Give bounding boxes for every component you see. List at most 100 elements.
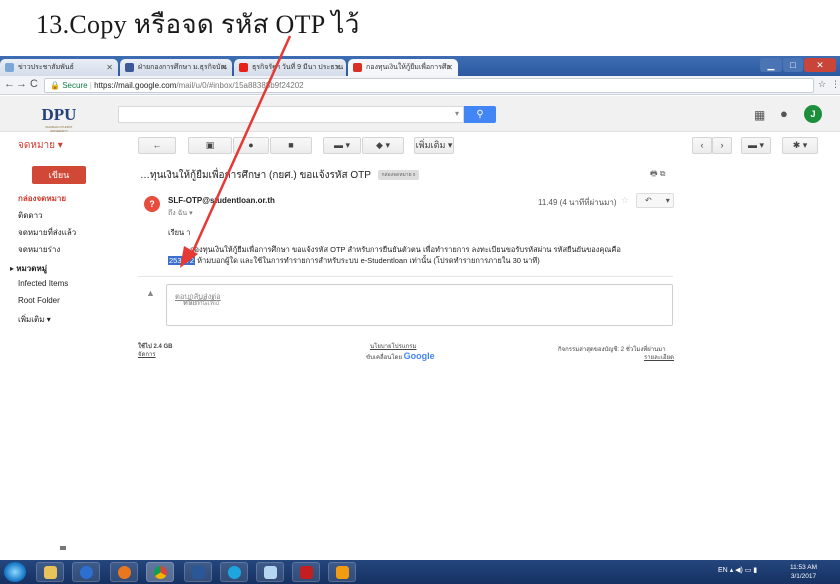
chevron-down-icon[interactable]: ▾ — [455, 109, 459, 118]
settings-button[interactable]: ✱ ▾ — [782, 137, 818, 154]
word-icon — [192, 566, 205, 579]
ie-taskbar-button[interactable] — [220, 562, 248, 582]
chrome-icon — [154, 566, 167, 579]
trash-icon: ■ — [288, 140, 294, 150]
logo-text: DPU — [41, 105, 77, 124]
sidebar-item-inbox[interactable]: กล่องจดหมาย — [18, 192, 66, 205]
sidebar-item-sent[interactable]: จดหมายที่ส่งแล้ว — [18, 226, 76, 239]
browser-tab-gmail[interactable]: กองทุนเงินให้กู้ยืมเพื่อการศึก ✕ — [348, 59, 458, 76]
reply-prompt-b: หรือ — [183, 298, 197, 307]
close-tab-icon[interactable]: ✕ — [446, 59, 453, 76]
labels-button[interactable]: ◆ ▾ — [362, 137, 404, 154]
illustrator-taskbar-button[interactable] — [328, 562, 356, 582]
internet-explorer-icon — [228, 566, 241, 579]
address-bar-row: ← → C 🔒 Secure | https://mail.google.com… — [0, 76, 840, 95]
search-input[interactable]: ▾ — [118, 106, 464, 123]
spam-icon: ● — [248, 140, 254, 150]
chat-icon[interactable] — [60, 546, 66, 550]
email-subject: …ทุนเงินให้กู้ยืมเพื่อการศึกษา (กยศ.) ขอ… — [140, 168, 420, 183]
powered-by-text: ขับเคลื่อนโดย — [366, 355, 402, 361]
older-button[interactable]: › — [712, 137, 732, 154]
browser-tab-youtube[interactable]: ธุรกิจรัฐฯ วันที่ 9 มีนา ประธาน ✕ — [234, 59, 346, 76]
system-clock[interactable]: 11:53 AM 3/1/2017 — [790, 563, 817, 581]
manage-storage-link[interactable]: จัดการ — [138, 349, 156, 359]
chevron-down-icon[interactable]: ▾ — [666, 196, 670, 205]
language-indicator[interactable]: EN — [718, 567, 728, 574]
close-tab-icon[interactable]: ✕ — [220, 59, 227, 76]
notifications-icon[interactable]: ● — [780, 106, 788, 121]
close-tab-icon[interactable]: ✕ — [106, 59, 113, 76]
chevron-right-icon: › — [720, 140, 724, 150]
sidebar-item-drafts[interactable]: จดหมายร่าง — [18, 243, 60, 256]
avatar[interactable]: J — [804, 105, 822, 123]
facebook-icon — [125, 63, 134, 72]
firefox-taskbar-button[interactable] — [110, 562, 138, 582]
search-button[interactable]: ⚲ — [464, 106, 496, 123]
otp-code[interactable]: 253572 — [168, 256, 196, 265]
move-to-button[interactable]: ▬ ▾ — [323, 137, 361, 154]
inbox-label-chip[interactable]: กล่องจดหมาย x — [377, 170, 420, 181]
report-spam-button[interactable]: ● — [233, 137, 269, 154]
dpu-logo[interactable]: DPU DHURAKIJ PUNDIT UNIVERSITY — [38, 99, 80, 133]
recipient-line[interactable]: ถึง ฉัน ▾ — [168, 208, 193, 219]
word-taskbar-button[interactable] — [184, 562, 212, 582]
menu-icon[interactable]: ⋮ — [831, 79, 840, 90]
firefox-icon — [118, 566, 131, 579]
browser-tab-facebook[interactable]: ฝ่ายกองการศึกษา ม.ธุรกิจบัณ ✕ — [120, 59, 232, 76]
secure-label: Secure — [62, 81, 88, 90]
media-player-taskbar-button[interactable] — [72, 562, 100, 582]
minimize-button[interactable]: ▁ — [760, 58, 782, 72]
close-tab-icon[interactable]: ✕ — [334, 59, 341, 76]
back-to-inbox-button[interactable]: ← — [138, 137, 176, 154]
star-icon[interactable]: ☆ — [621, 195, 629, 206]
acrobat-taskbar-button[interactable] — [292, 562, 320, 582]
mail-menu-dropdown[interactable]: จดหมาย ▾ — [18, 138, 63, 153]
browser-tab-news[interactable]: ข่าวประชาสัมพันธ์ ✕ — [0, 59, 118, 76]
sidebar-item-categories[interactable]: ▸ หมวดหมู่ — [10, 262, 47, 275]
explorer-taskbar-button[interactable] — [36, 562, 64, 582]
sidebar-item-infected[interactable]: Infected Items — [18, 279, 68, 288]
chevron-left-icon: ‹ — [700, 140, 704, 150]
maximize-button[interactable]: □ — [783, 58, 803, 72]
tray-icons[interactable]: ▴ ◀) ▭ ▮ — [730, 567, 758, 574]
sidebar-item-starred[interactable]: ติดดาว — [18, 209, 43, 222]
program-policy-link[interactable]: นโยบายโปรแกรม — [370, 341, 416, 351]
lock-icon: 🔒 — [50, 81, 60, 90]
url-path: /mail/u/0/#inbox/15a88388b9f24202 — [176, 81, 304, 90]
reply-prompt: คลิกที่นี่เพื่อ ตอบกลับ หรือ ส่งต่อ — [175, 291, 221, 307]
keyboard-icon: ▬ ▾ — [747, 140, 765, 150]
chrome-taskbar-button[interactable] — [146, 562, 174, 582]
delete-button[interactable]: ■ — [270, 137, 312, 154]
gmail-icon — [353, 63, 362, 72]
sender-address[interactable]: SLF-OTP@studentloan.or.th — [168, 196, 275, 205]
youtube-icon — [239, 63, 248, 72]
forward-icon[interactable]: → — [16, 78, 27, 90]
tab-label: ข่าวประชาสัมพันธ์ — [18, 64, 74, 71]
start-button[interactable] — [4, 562, 26, 582]
system-tray: EN ▴ ◀) ▭ ▮ — [718, 566, 757, 574]
newer-button[interactable]: ‹ — [692, 137, 712, 154]
more-actions-button[interactable]: เพิ่มเติม ▾ — [414, 137, 454, 154]
email-body: กองทุนเงินให้กู้ยืมเพื่อการศึกษา ขอแจ้งร… — [168, 244, 688, 266]
paint-taskbar-button[interactable] — [256, 562, 284, 582]
divider — [138, 276, 673, 277]
star-bookmark-icon[interactable]: ☆ — [818, 79, 826, 90]
back-icon[interactable]: ← — [4, 78, 15, 90]
clock-date: 3/1/2017 — [790, 573, 817, 580]
globe-icon — [5, 63, 14, 72]
compose-button[interactable]: เขียน — [32, 166, 86, 184]
close-window-button[interactable]: ✕ — [804, 58, 836, 72]
input-tools-button[interactable]: ▬ ▾ — [741, 137, 771, 154]
archive-button[interactable]: ▣ — [188, 137, 232, 154]
details-link[interactable]: รายละเอียด — [644, 352, 674, 362]
apps-grid-icon[interactable]: ▦ — [754, 108, 765, 122]
url-field[interactable]: 🔒 Secure | https://mail.google.com/mail/… — [44, 78, 814, 93]
acrobat-icon — [300, 566, 313, 579]
sidebar-item-root-folder[interactable]: Root Folder — [18, 296, 60, 305]
sidebar-item-more[interactable]: เพิ่มเติม ▾ — [18, 313, 51, 326]
reply-button[interactable]: ↶ ▾ — [636, 193, 674, 208]
print-icon[interactable]: 🖶 ⧉ — [650, 168, 666, 182]
reload-icon[interactable]: C — [30, 78, 38, 90]
google-logo: Google — [403, 351, 435, 361]
quick-reply-box[interactable]: คลิกที่นี่เพื่อ ตอบกลับ หรือ ส่งต่อ — [166, 284, 673, 326]
